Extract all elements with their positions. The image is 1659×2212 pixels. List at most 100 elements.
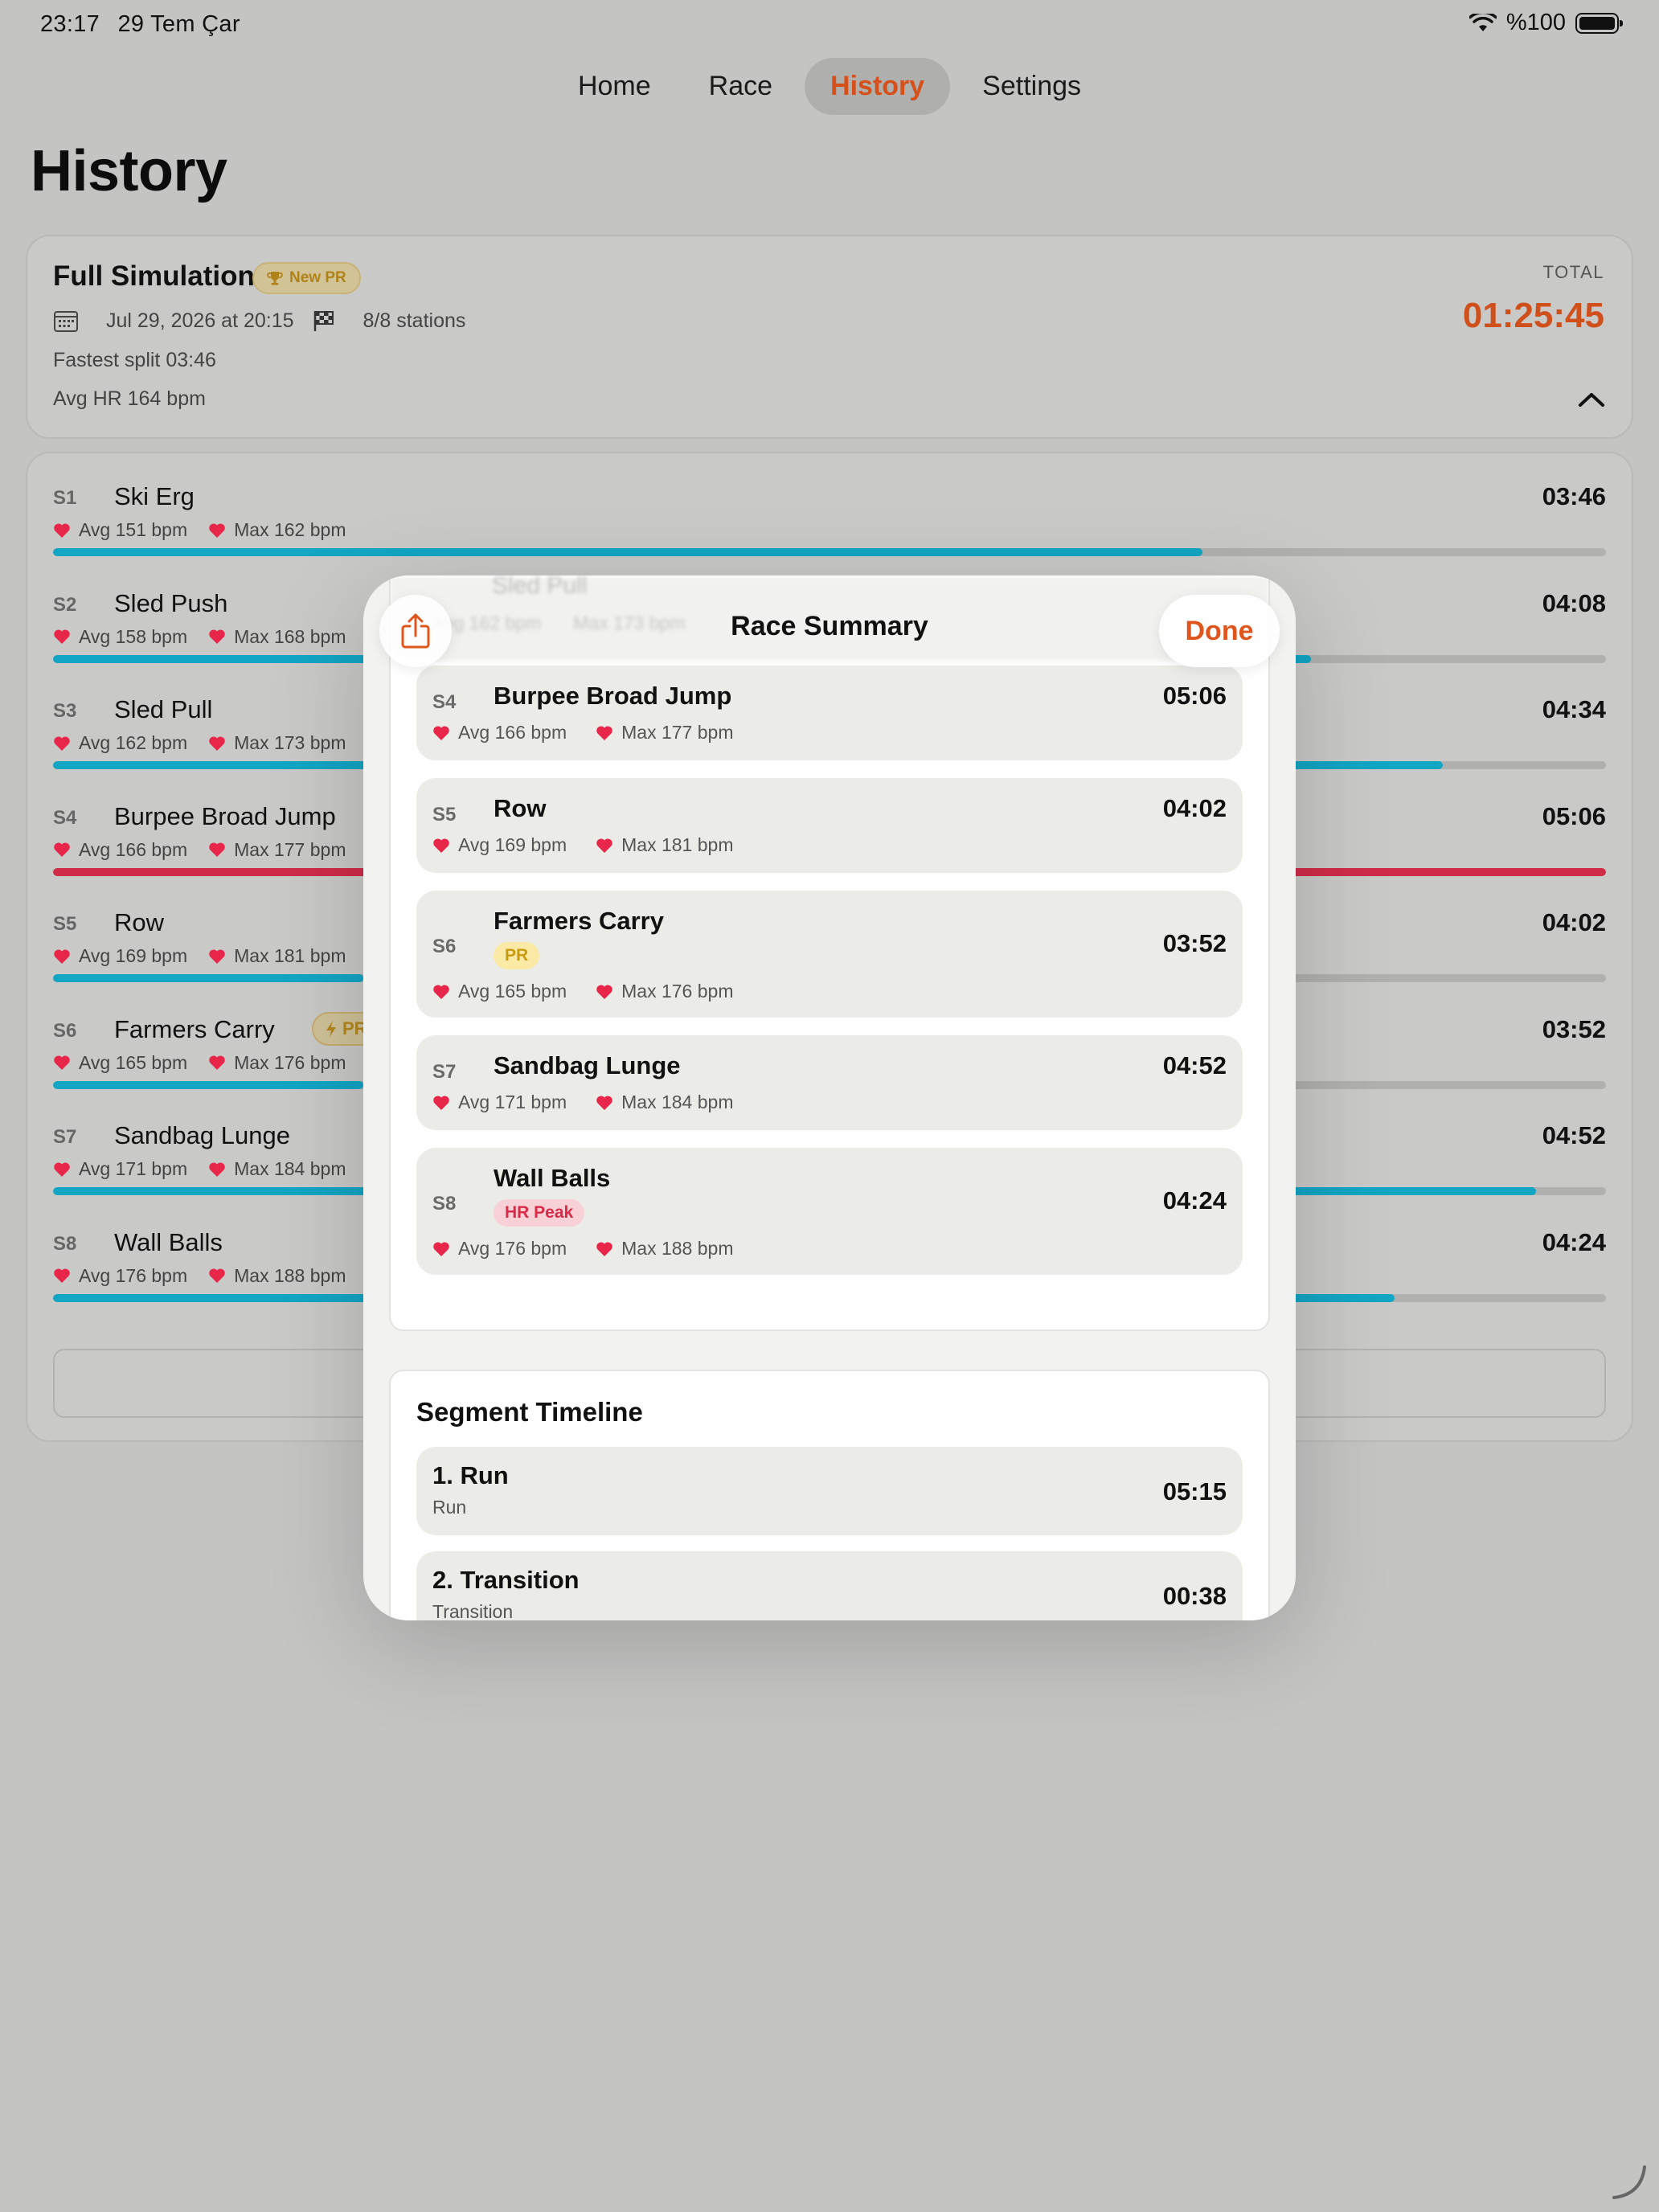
avg-hr-value: Avg 165 bpm xyxy=(79,1051,188,1073)
heart-icon xyxy=(54,735,70,751)
split-hr-line: Avg 151 bpm Max 162 bpm xyxy=(53,519,346,541)
avg-hr-value: Avg 158 bpm xyxy=(79,625,188,647)
split-code: S2 xyxy=(53,593,77,616)
split-code: S5 xyxy=(53,913,77,935)
done-button[interactable]: Done xyxy=(1159,595,1280,667)
split-hr-line: Avg 158 bpm Max 168 bpm xyxy=(53,626,346,648)
summary-split-row[interactable]: S5 Row 04:02 Avg 169 bpm Max 181 bpm xyxy=(416,778,1243,873)
heart-icon xyxy=(54,948,70,964)
summary-split-row[interactable]: S8 Wall Balls 04:24 HR Peak Avg 176 bpm Max 1… xyxy=(416,1148,1243,1275)
max-hr-item: Max 188 bpm xyxy=(596,1238,733,1260)
heart-icon xyxy=(54,1055,70,1070)
avg-hr-item: Avg 171 bpm xyxy=(53,1158,187,1180)
split-time: 03:52 xyxy=(1162,929,1227,957)
timeline-segment-name: 2. Transition xyxy=(432,1566,580,1594)
avg-hr-value: Avg 176 bpm xyxy=(458,1238,567,1259)
top-nav: Home Race History Settings xyxy=(0,58,1659,115)
summary-split-row[interactable]: S7 Sandbag Lunge 04:52 Avg 171 bpm Max 184 b… xyxy=(416,1035,1243,1130)
session-title: Full Simulation xyxy=(53,260,255,292)
tab-settings[interactable]: Settings xyxy=(956,58,1107,115)
heart-icon xyxy=(596,984,612,999)
summary-split-row[interactable]: S4 Burpee Broad Jump 05:06 Avg 166 bpm Max 1… xyxy=(416,666,1243,760)
max-hr-item: Max 177 bpm xyxy=(596,722,733,743)
split-time: 03:52 xyxy=(1542,1014,1606,1043)
heart-icon xyxy=(209,735,225,751)
split-hr-line: Avg 166 bpm Max 177 bpm xyxy=(432,722,733,743)
new-pr-label: New PR xyxy=(289,269,346,286)
split-row[interactable]: S1 Ski Erg 03:46 Avg 151 bpm Max 162 bpm xyxy=(53,471,1606,579)
heart-icon xyxy=(596,725,612,740)
split-code: S4 xyxy=(432,691,457,713)
total-label: TOTAL xyxy=(1542,262,1604,282)
split-hr-line: Avg 169 bpm Max 181 bpm xyxy=(432,834,733,856)
blurred-split-name: Sled Pull xyxy=(492,576,588,599)
wifi-icon xyxy=(1469,13,1497,31)
status-time: 23:17 xyxy=(40,11,100,37)
timeline-segment-time: 05:15 xyxy=(1162,1477,1227,1505)
split-hr-line: Avg 176 bpm Max 188 bpm xyxy=(53,1265,346,1287)
tab-home[interactable]: Home xyxy=(552,58,677,115)
split-name: Farmers Carry xyxy=(114,1014,275,1043)
fastest-split: Fastest split 03:46 xyxy=(53,349,216,371)
sheet-scroll-area[interactable]: Sled Pull Avg 162 bpm Max 173 bpm S4 Burp… xyxy=(363,576,1296,1620)
timeline-title: Segment Timeline xyxy=(416,1397,643,1427)
max-hr-item: Max 181 bpm xyxy=(208,945,346,967)
split-code: S4 xyxy=(53,806,77,829)
max-hr-item: Max 181 bpm xyxy=(596,834,733,856)
tab-race[interactable]: Race xyxy=(683,58,798,115)
avg-hr-item: Avg 166 bpm xyxy=(432,722,567,743)
max-hr-value: Max 177 bpm xyxy=(621,722,734,743)
max-hr-item: Max 188 bpm xyxy=(208,1265,346,1287)
timeline-row[interactable]: 2. Transition Transition 00:38 xyxy=(416,1551,1243,1620)
timeline-row[interactable]: 1. Run Run 05:15 xyxy=(416,1447,1243,1535)
split-hr-line: Avg 176 bpm Max 188 bpm xyxy=(432,1238,733,1260)
avg-hr-value: Avg 151 bpm xyxy=(79,519,188,540)
avg-hr-item: Avg 176 bpm xyxy=(53,1265,187,1287)
split-hr-line: Avg 166 bpm Max 177 bpm xyxy=(53,839,346,861)
split-code: S3 xyxy=(53,700,77,722)
split-hr-line: Avg 165 bpm Max 176 bpm xyxy=(432,981,733,1002)
avg-hr-value: Avg 165 bpm xyxy=(458,981,567,1002)
tab-history[interactable]: History xyxy=(805,58,951,115)
split-name: Farmers Carry xyxy=(494,907,664,935)
share-button[interactable] xyxy=(379,595,452,667)
resize-handle-icon[interactable] xyxy=(1609,2162,1649,2202)
session-date: Jul 29, 2026 at 20:15 xyxy=(106,309,294,332)
splits-panel: Sled Pull Avg 162 bpm Max 173 bpm S4 Burp… xyxy=(389,576,1270,1331)
split-code: S5 xyxy=(432,804,457,825)
max-hr-value: Max 162 bpm xyxy=(234,519,346,540)
max-hr-value: Max 176 bpm xyxy=(621,981,734,1002)
heart-icon xyxy=(209,842,225,857)
session-card[interactable]: Full Simulation New PR Jul 29, 2026 at 2… xyxy=(26,235,1633,439)
split-code: S7 xyxy=(432,1061,457,1083)
battery-percent: %100 xyxy=(1505,10,1566,35)
max-hr-item: Max 168 bpm xyxy=(208,626,346,648)
split-name: Wall Balls xyxy=(494,1164,611,1192)
status-bar-right: %100 xyxy=(1469,10,1623,36)
avg-hr-value: Avg 176 bpm xyxy=(79,1264,188,1286)
heart-icon xyxy=(209,1055,225,1070)
chevron-up-icon[interactable] xyxy=(1577,389,1606,408)
avg-hr: Avg HR 164 bpm xyxy=(53,387,206,410)
split-name: Burpee Broad Jump xyxy=(494,682,732,710)
race-summary-sheet: Sled Pull Avg 162 bpm Max 173 bpm S4 Burp… xyxy=(363,576,1296,1620)
total-time: 01:25:45 xyxy=(1462,296,1604,335)
avg-hr-value: Avg 171 bpm xyxy=(79,1158,188,1179)
split-code: S7 xyxy=(53,1126,77,1148)
max-hr-item: Max 176 bpm xyxy=(208,1052,346,1074)
split-hr-line: Avg 171 bpm Max 184 bpm xyxy=(432,1092,733,1113)
trophy-icon xyxy=(267,272,283,285)
max-hr-value: Max 188 bpm xyxy=(234,1264,346,1286)
split-name: Wall Balls xyxy=(114,1227,223,1256)
max-hr-item: Max 184 bpm xyxy=(596,1092,733,1113)
segment-timeline-panel: Segment Timeline 1. Run Run 05:15 2. Tra… xyxy=(389,1370,1270,1620)
heart-icon xyxy=(54,842,70,857)
max-hr-value: Max 173 bpm xyxy=(234,732,346,753)
split-time: 04:24 xyxy=(1162,1186,1227,1215)
split-name: Ski Erg xyxy=(114,482,195,510)
split-time: 04:52 xyxy=(1542,1121,1606,1149)
summary-split-row[interactable]: S6 Farmers Carry 03:52 PR Avg 165 bpm Max 176… xyxy=(416,891,1243,1018)
status-bar-left: 23:17 29 Tem Çar xyxy=(40,11,252,38)
page-title: History xyxy=(31,139,227,203)
calendar-icon xyxy=(54,311,78,332)
